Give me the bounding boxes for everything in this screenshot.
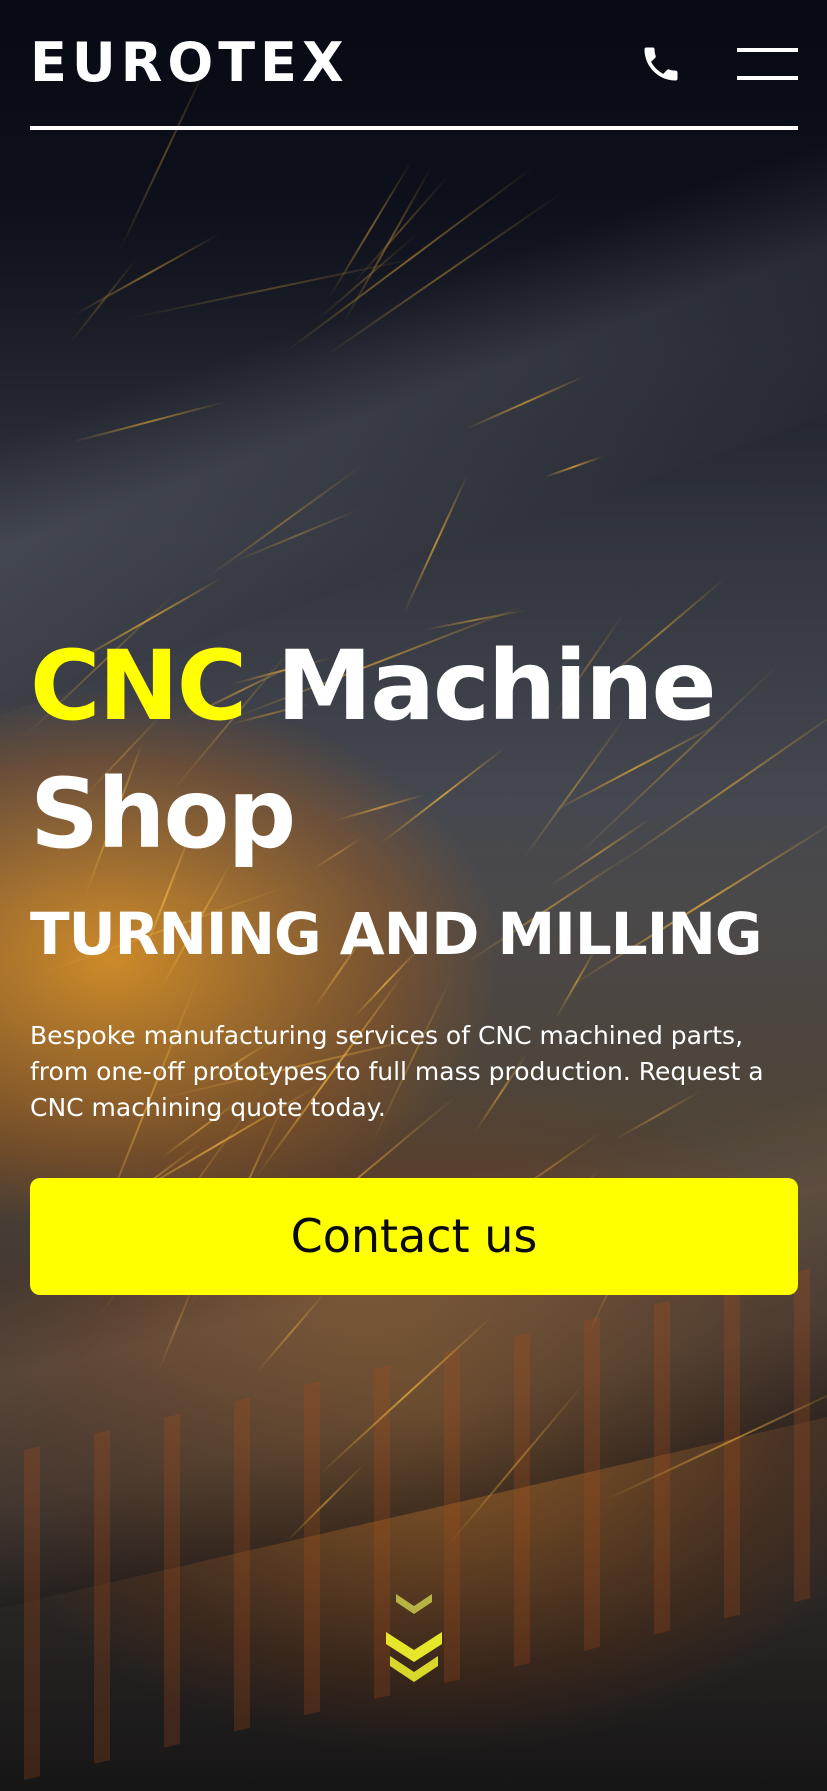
contact-us-button[interactable]: Contact us [30,1178,798,1295]
site-logo[interactable]: EUROTEX [30,36,349,90]
phone-icon [644,47,678,81]
hero-title-accent: CNC [30,630,247,742]
phone-button[interactable] [633,36,689,92]
hero-title: CNC Machine Shop [30,622,800,878]
hero-description: Bespoke manufacturing services of CNC ma… [30,1021,764,1122]
scroll-down-button[interactable] [384,1592,444,1688]
chevrons-down-icon [386,1594,442,1682]
hero-background-image [0,0,827,1791]
site-header: EUROTEX [30,30,798,130]
hamburger-menu-icon [737,48,798,52]
menu-button[interactable] [737,44,798,84]
hero-subtitle: TURNING AND MILLING [30,900,763,968]
overlay-shade [0,0,827,1791]
